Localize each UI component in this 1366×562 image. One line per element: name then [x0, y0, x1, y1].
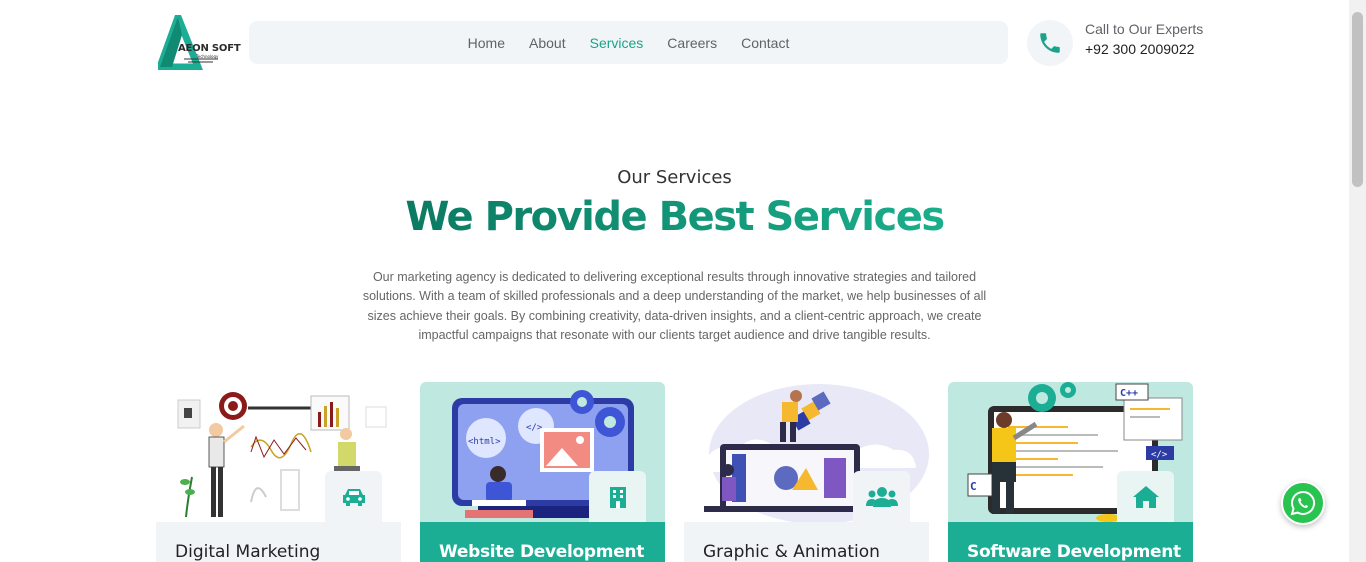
service-card-website-development[interactable]: <html> </> Website Development [420, 382, 665, 562]
card-icon-box [1117, 471, 1174, 522]
card-title-bar: Digital Marketing [156, 522, 401, 562]
section-headline: We Provide Best Services [0, 194, 1349, 240]
call-button[interactable] [1027, 20, 1073, 66]
brand-name: AEON SOFT [178, 43, 241, 54]
users-icon [865, 486, 898, 507]
service-card-software-development[interactable]: C++ C </> Software Development [948, 382, 1193, 562]
section-eyebrow: Our Services [617, 167, 732, 188]
svg-text:C: C [970, 480, 977, 493]
phone-icon [1040, 33, 1060, 53]
building-icon [609, 486, 626, 508]
brand-tagline: Technology [196, 54, 219, 59]
nav-about[interactable]: About [517, 35, 578, 51]
nav-home[interactable]: Home [456, 35, 517, 51]
svg-text:C++: C++ [1120, 388, 1138, 399]
nav-careers[interactable]: Careers [655, 35, 729, 51]
card-icon-box [853, 471, 910, 522]
card-title-bar: Website Development [420, 522, 665, 562]
card-title: Website Development [439, 542, 645, 562]
main-nav: Home About Services Careers Contact [249, 21, 1008, 64]
svg-text:<html>: <html> [468, 437, 501, 447]
card-title-bar: Software Development [948, 522, 1193, 562]
call-label: Call to Our Experts [1085, 21, 1204, 37]
car-icon [342, 488, 365, 506]
card-icon-box [589, 471, 646, 522]
card-title-bar: Graphic & Animation [684, 522, 929, 562]
card-icon-box [325, 471, 382, 522]
service-card-digital-marketing[interactable]: Digital Marketing [156, 382, 401, 562]
scrollbar-thumb[interactable] [1352, 12, 1363, 187]
brand-logo[interactable]: AEON SOFT Technology [155, 7, 241, 71]
card-title: Digital Marketing [175, 542, 321, 562]
section-description: Our marketing agency is dedicated to del… [362, 270, 987, 342]
service-card-graphic-animation[interactable]: Graphic & Animation [684, 382, 929, 562]
nav-services[interactable]: Services [578, 35, 656, 51]
page-scrollbar[interactable] [1349, 0, 1366, 562]
whatsapp-button[interactable] [1281, 481, 1325, 525]
nav-contact[interactable]: Contact [729, 35, 801, 51]
card-title: Software Development [967, 542, 1181, 562]
card-title: Graphic & Animation [703, 542, 880, 562]
svg-text:</>: </> [526, 423, 543, 433]
svg-text:</>: </> [1151, 450, 1168, 460]
home-icon [1132, 485, 1159, 508]
call-number[interactable]: +92 300 2009022 [1085, 41, 1194, 57]
whatsapp-icon [1290, 490, 1315, 516]
